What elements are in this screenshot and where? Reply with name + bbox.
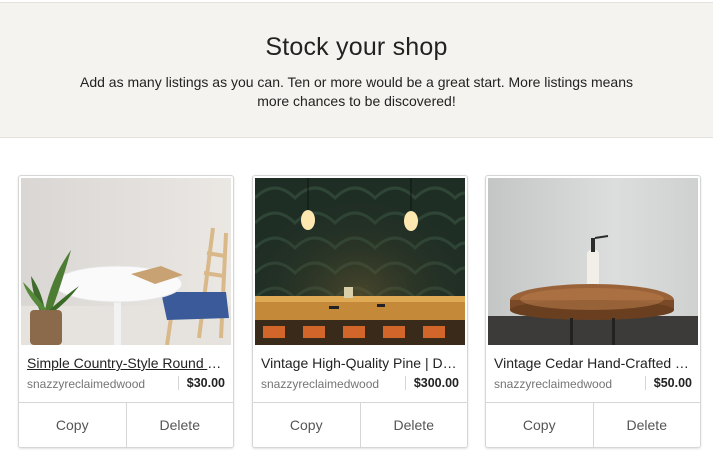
listing-title[interactable]: Vintage High-Quality Pine | Dining Table [261,355,459,371]
listing-meta: snazzyreclaimedwood $300.00 [261,376,459,394]
listing-meta: snazzyreclaimedwood $30.00 [27,376,225,394]
listing-card: Simple Country-Style Round Table snazzyr… [18,175,234,448]
banner-title: Stock your shop [265,33,448,61]
shop-name: snazzyreclaimedwood [494,377,613,391]
listing-price: $300.00 [404,376,459,390]
listing-actions: Copy Delete [253,402,467,447]
listing-photo[interactable] [21,178,231,345]
listing-title[interactable]: Vintage Cedar Hand-Crafted Table [494,355,692,371]
copy-button[interactable]: Copy [19,403,126,447]
listing-title[interactable]: Simple Country-Style Round Table [27,355,225,371]
listing-photo[interactable] [255,178,465,345]
listing-actions: Copy Delete [19,402,233,447]
banner-description: Add as many listings as you can. Ten or … [80,74,634,109]
delete-button[interactable]: Delete [359,403,467,447]
shop-name: snazzyreclaimedwood [27,377,146,391]
delete-button[interactable]: Delete [592,403,700,447]
stock-your-shop-banner: Stock your shop Add as many listings as … [0,2,713,138]
white-round-table-photo [21,178,231,345]
cedar-table-photo [488,178,698,345]
listing-card: Vintage High-Quality Pine | Dining Table… [252,175,468,448]
listing-price: $30.00 [177,376,225,390]
listing-actions: Copy Delete [486,402,700,447]
listing-price: $50.00 [644,376,692,390]
copy-button[interactable]: Copy [253,403,360,447]
listing-card: Vintage Cedar Hand-Crafted Table snazzyr… [485,175,701,448]
pine-dining-table-photo [255,178,465,345]
shop-name: snazzyreclaimedwood [261,377,380,391]
listing-photo[interactable] [488,178,698,345]
copy-button[interactable]: Copy [486,403,593,447]
listing-meta: snazzyreclaimedwood $50.00 [494,376,692,394]
delete-button[interactable]: Delete [125,403,233,447]
